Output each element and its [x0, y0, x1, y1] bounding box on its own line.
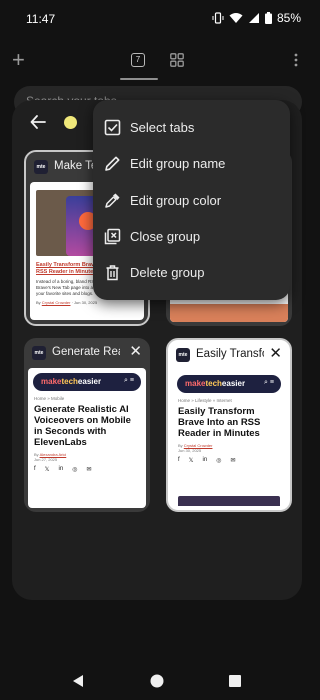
checkbox-icon: [104, 119, 121, 136]
menu-item-label: Edit group name: [130, 156, 226, 171]
battery-percent: 85%: [276, 11, 301, 25]
menu-item-label: Close group: [130, 229, 201, 244]
group-options-menu: Select tabs Edit group name Edit group c…: [93, 100, 290, 300]
share-icons: f 𝕏in ◎ ✉: [178, 457, 236, 464]
back-arrow-icon[interactable]: [30, 114, 46, 130]
share-icons: f 𝕏in ◎ ✉: [34, 466, 92, 473]
plus-icon: +: [12, 47, 25, 72]
menu-item-delete-group[interactable]: Delete group: [93, 255, 290, 291]
menu-item-label: Delete group: [130, 265, 205, 280]
tab-title: Easily Transform Brave: [196, 348, 264, 360]
tab-selected-indicator: [120, 78, 158, 80]
vibrate-icon: [212, 12, 224, 24]
close-box-icon: [104, 228, 121, 245]
close-tab-button[interactable]: ✕: [269, 346, 282, 362]
menu-item-edit-group-color[interactable]: Edit group color: [93, 183, 290, 219]
article-headline: Easily Transform Brave Into an RSS Reade…: [178, 406, 261, 439]
menu-item-label: Edit group color: [130, 193, 222, 208]
group-color-dot[interactable]: [64, 116, 77, 129]
menu-icon: ⌕ ≡: [124, 377, 134, 384]
breadcrumb: Home » Lifestyle » Internet: [178, 398, 232, 403]
site-logo: maketecheasier: [185, 379, 246, 388]
menu-item-select-tabs[interactable]: Select tabs: [93, 110, 290, 146]
menu-item-label: Select tabs: [130, 120, 195, 135]
eyedropper-icon: [105, 193, 120, 208]
grid-icon[interactable]: [170, 53, 184, 67]
pencil-icon: [105, 156, 120, 171]
byline: By Crystal Crowder · Jun 30, 2025: [36, 300, 98, 305]
menu-icon: ⌕ ≡: [264, 379, 274, 386]
tab-count-button[interactable]: 7: [131, 53, 145, 67]
favicon: mte: [176, 348, 190, 362]
tab-thumbnail: maketecheasier ⌕ ≡ Home » Mobile Generat…: [28, 368, 146, 508]
site-logo: maketecheasier: [41, 377, 102, 386]
breadcrumb: Home » Mobile: [34, 396, 65, 401]
new-tab-button[interactable]: +: [12, 47, 25, 72]
close-tab-button[interactable]: ✕: [129, 344, 142, 360]
tab-card[interactable]: mte Easily Transform Brave ✕ maketecheas…: [166, 338, 292, 512]
trash-icon: [106, 265, 119, 281]
article-headline: Generate Realistic AI Voiceovers on Mobi…: [34, 404, 131, 448]
status-time: 11:47: [26, 12, 56, 26]
tab-card[interactable]: mte Generate Realistic AI Voiceovers ✕ m…: [24, 338, 150, 512]
signal-icon: [248, 13, 259, 23]
article-image: [178, 496, 280, 506]
byline: By Crystal Crowder Jun 30, 2025: [178, 443, 213, 453]
menu-item-close-group[interactable]: Close group: [93, 219, 290, 255]
wifi-icon: [229, 13, 243, 23]
menu-item-edit-group-name[interactable]: Edit group name: [93, 146, 290, 182]
home-circle-icon[interactable]: [150, 674, 164, 688]
byline: By Alexandra Arici Jun 27, 2025: [34, 452, 67, 462]
tab-count-label: 7: [135, 55, 141, 64]
favicon: mte: [32, 346, 46, 360]
tab-thumbnail: maketecheasier ⌕ ≡ Home » Lifestyle » In…: [172, 370, 286, 506]
recents-square-icon[interactable]: [229, 675, 241, 687]
back-triangle-icon[interactable]: [72, 674, 84, 688]
battery-icon: [264, 12, 272, 24]
site-header: maketecheasier ⌕ ≡: [177, 375, 281, 393]
tab-title: Generate Realistic AI Voiceovers: [52, 346, 120, 358]
status-bar: 11:47 85%: [0, 0, 315, 36]
kebab-icon[interactable]: [294, 53, 298, 67]
favicon: mte: [34, 160, 48, 174]
site-header: maketecheasier ⌕ ≡: [33, 373, 141, 391]
system-nav-bar: [0, 660, 315, 700]
